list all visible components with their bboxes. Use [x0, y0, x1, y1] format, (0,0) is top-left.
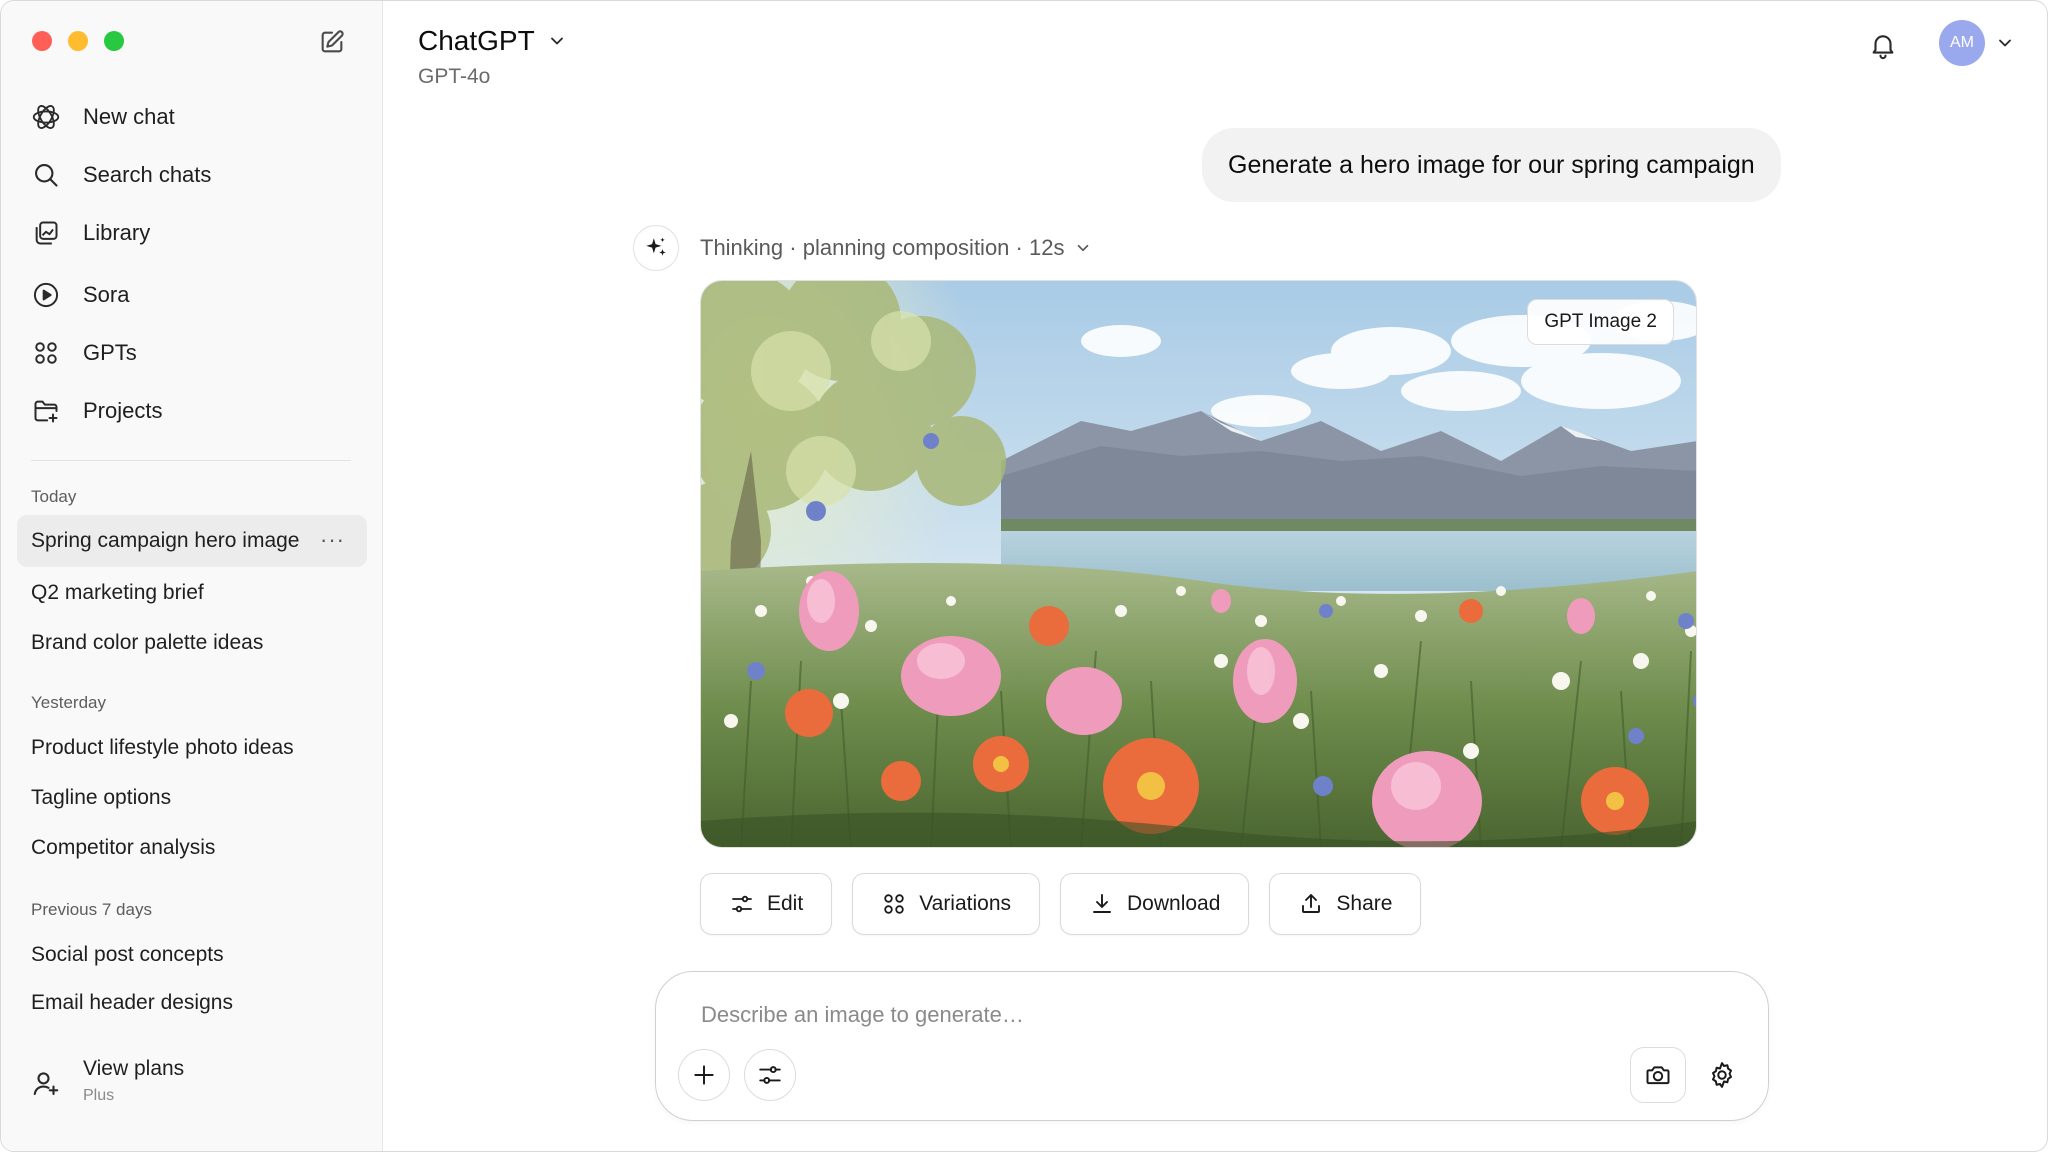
- sidebar-divider: [31, 460, 351, 461]
- compose-icon: [321, 30, 344, 53]
- minimize-window-button[interactable]: [68, 31, 88, 51]
- chat-group-label: Previous 7 days: [31, 900, 152, 919]
- thinking-duration: 12s: [1028, 235, 1065, 260]
- chat-item[interactable]: Competitor analysis: [17, 822, 367, 874]
- chat-title: Spring campaign hero image: [31, 529, 300, 552]
- sidebar-item-library[interactable]: Library: [17, 205, 367, 261]
- sparkle-icon: [646, 237, 666, 256]
- openai-logo-icon: [29, 100, 63, 134]
- sidebar-item-gpts[interactable]: GPTs: [17, 325, 367, 381]
- image-actions: Edit Variations Download Share: [700, 873, 1422, 935]
- search-icon: [29, 158, 63, 192]
- sidebar-item-label: Library: [83, 220, 151, 245]
- chevron-down-icon: [547, 31, 567, 51]
- user-message-text: Generate a hero image for our spring cam…: [1228, 150, 1755, 179]
- sidebar-item-label: Search chats: [83, 162, 212, 187]
- chat-group-label: Yesterday: [31, 693, 106, 712]
- chat-item[interactable]: Email header designs: [17, 977, 367, 1029]
- separator-dot: ·: [1009, 235, 1029, 260]
- camera-button[interactable]: [1630, 1047, 1686, 1103]
- maximize-window-button[interactable]: [104, 31, 124, 51]
- gear-icon: [1712, 1062, 1732, 1088]
- main-panel: ChatGPT GPT-4o AM Generate a hero image …: [383, 1, 2047, 1151]
- plus-icon: [694, 1065, 714, 1085]
- download-icon: [1089, 891, 1115, 917]
- spring-meadow-image: [701, 281, 1696, 847]
- folder-plus-icon: [29, 394, 63, 428]
- edit-button[interactable]: Edit: [700, 873, 833, 935]
- sidebar-nav: New chat Search chats Library Sora GPTs …: [17, 89, 367, 441]
- chat-item[interactable]: Product lifestyle photo ideas: [17, 722, 367, 774]
- chat-item[interactable]: Tagline options: [17, 772, 367, 824]
- sliders-icon: [759, 1066, 781, 1084]
- generated-image[interactable]: GPT Image 2: [700, 280, 1697, 848]
- chat-title: Q2 marketing brief: [31, 581, 204, 604]
- prompt-input[interactable]: Describe an image to generate…: [701, 1002, 1024, 1028]
- variations-label: Variations: [919, 892, 1012, 915]
- chat-item[interactable]: Q2 marketing brief: [17, 567, 367, 619]
- thinking-detail: planning composition: [802, 235, 1010, 260]
- model-selector[interactable]: ChatGPT: [418, 25, 567, 57]
- sidebar-item-search-chats[interactable]: Search chats: [17, 147, 367, 203]
- sliders-icon: [729, 891, 755, 917]
- chat-title: Email header designs: [31, 991, 233, 1014]
- chat-title: Product lifestyle photo ideas: [31, 736, 294, 759]
- plan-tier-label: Plus: [83, 1087, 115, 1104]
- grid-icon: [29, 336, 63, 370]
- add-attachment-button[interactable]: [678, 1049, 730, 1101]
- download-button[interactable]: Download: [1060, 873, 1250, 935]
- sidebar: New chat Search chats Library Sora GPTs …: [1, 1, 383, 1151]
- sidebar-item-label: Sora: [83, 282, 130, 307]
- chat-group-label: Today: [31, 487, 77, 506]
- chat-title: Social post concepts: [31, 943, 224, 966]
- sidebar-item-label: Projects: [83, 398, 163, 423]
- grid-icon: [881, 891, 907, 917]
- model-name: GPT-4o: [418, 65, 491, 88]
- chat-item[interactable]: Social post concepts: [17, 929, 367, 981]
- thinking-label: Thinking: [700, 235, 784, 260]
- thinking-status-toggle[interactable]: Thinking · planning composition · 12s: [700, 235, 1092, 261]
- chat-item-active[interactable]: Spring campaign hero image ···: [17, 515, 367, 567]
- tools-button[interactable]: [744, 1049, 796, 1101]
- compose-button[interactable]: [315, 25, 349, 59]
- camera-icon: [1646, 1066, 1670, 1085]
- play-circle-icon: [29, 278, 63, 312]
- edit-label: Edit: [767, 892, 804, 915]
- chevron-down-icon: [1074, 239, 1092, 257]
- sidebar-item-label: New chat: [83, 104, 175, 129]
- app-window: New chat Search chats Library Sora GPTs …: [0, 0, 2048, 1152]
- user-message-bubble: Generate a hero image for our spring cam…: [1202, 128, 1781, 202]
- variations-button[interactable]: Variations: [852, 873, 1041, 935]
- separator-dot: ·: [783, 235, 803, 260]
- chevron-down-icon[interactable]: [1995, 33, 2015, 53]
- chat-more-options-button[interactable]: ···: [320, 527, 345, 553]
- window-controls: [32, 31, 124, 51]
- assistant-avatar: [633, 225, 679, 271]
- view-plans-label: View plans: [83, 1057, 185, 1080]
- share-button[interactable]: Share: [1269, 873, 1422, 935]
- chat-title: Tagline options: [31, 786, 172, 809]
- sidebar-item-new-chat[interactable]: New chat: [17, 89, 367, 145]
- chat-title: Brand color palette ideas: [31, 631, 264, 654]
- sidebar-item-sora[interactable]: Sora: [17, 267, 367, 323]
- bell-icon: [1872, 35, 1894, 60]
- notifications-button[interactable]: [1863, 25, 1903, 65]
- chat-item[interactable]: Brand color palette ideas: [17, 617, 367, 669]
- view-plans-button[interactable]: View plans Plus: [29, 1057, 184, 1105]
- library-icon: [29, 216, 63, 250]
- settings-button[interactable]: [1696, 1049, 1748, 1101]
- avatar[interactable]: AM: [1939, 20, 1985, 66]
- user-plus-icon: [29, 1067, 63, 1101]
- download-label: Download: [1127, 892, 1221, 915]
- composer: Describe an image to generate…: [655, 971, 1769, 1121]
- close-window-button[interactable]: [32, 31, 52, 51]
- chat-title: Competitor analysis: [31, 836, 216, 859]
- model-badge: GPT Image 2: [1527, 299, 1674, 345]
- share-label: Share: [1336, 892, 1393, 915]
- share-icon: [1298, 891, 1324, 917]
- app-title: ChatGPT: [418, 25, 535, 56]
- sidebar-item-projects[interactable]: Projects: [17, 383, 367, 439]
- sidebar-item-label: GPTs: [83, 340, 137, 365]
